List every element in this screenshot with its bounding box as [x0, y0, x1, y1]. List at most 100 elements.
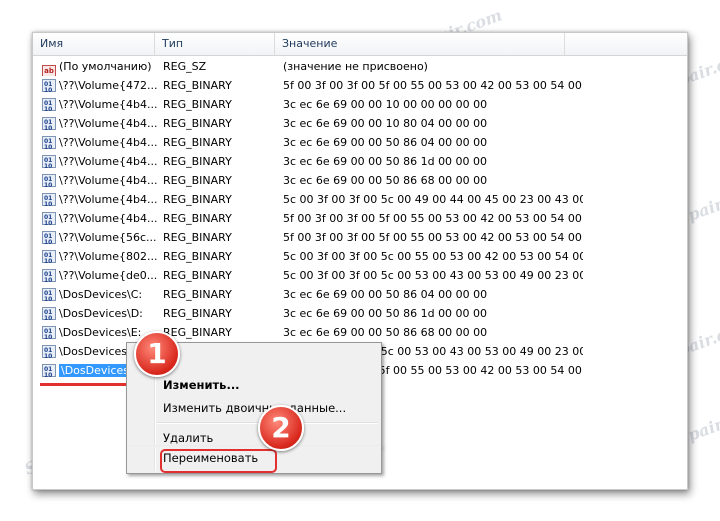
value-type: REG_BINARY [163, 136, 232, 149]
binary-value-icon [42, 171, 56, 190]
value-data: 3c ec 6e 69 00 00 50 86 04 00 00 00 [283, 136, 488, 149]
list-item[interactable]: \??\Volume{4b4... REG_BINARY 3c ec 6e 69 0… [33, 152, 687, 171]
binary-value-icon [42, 266, 56, 285]
binary-value-icon [42, 152, 56, 171]
list-item[interactable]: \??\Volume{472... REG_BINARY 5f 00 3f 00 3… [33, 76, 687, 95]
value-data: 3c ec 6e 69 00 00 10 80 04 00 00 00 [283, 117, 488, 130]
value-name-text: \DosDevices\D: [59, 307, 143, 320]
value-name: \??\Volume{4b4... [42, 209, 158, 228]
value-name: \??\Volume{4b4... [42, 190, 158, 209]
value-type: REG_BINARY [163, 307, 232, 320]
list-item[interactable]: \??\Volume{4b4... REG_BINARY 3c ec 6e 69 0… [33, 95, 687, 114]
binary-value-icon [42, 342, 56, 361]
column-header-type[interactable]: Тип [155, 33, 275, 55]
value-data: 3c ec 6e 69 00 00 50 86 1d 00 00 00 [283, 307, 488, 320]
list-item[interactable]: \DosDevices\C: REG_BINARY 3c ec 6e 69 00 0… [33, 285, 687, 304]
binary-value-icon [42, 304, 56, 323]
list-item[interactable]: \DosDevices\D: REG_BINARY 3c ec 6e 69 00 0… [33, 304, 687, 323]
value-name: \DosDevices\C: [42, 285, 158, 304]
value-data: 3c ec 6e 69 00 00 10 00 00 00 00 00 [283, 98, 488, 111]
menu-item-modify[interactable]: Изменить... [163, 378, 240, 392]
list-item[interactable]: ab (По умолчанию) REG_SZ (значение не присв… [33, 57, 687, 76]
binary-value-icon [42, 228, 56, 247]
value-name-text: \DosDevices\C: [59, 288, 143, 301]
binary-value-icon [42, 247, 56, 266]
binary-value-icon [42, 190, 56, 209]
value-name: \??\Volume{4b4... [42, 114, 158, 133]
list-item[interactable]: \??\Volume{4b4... REG_BINARY 3c ec 6e 69 0… [33, 133, 687, 152]
menu-item-delete[interactable]: Удалить [163, 431, 213, 445]
rename-highlight-box [160, 449, 277, 473]
value-data: 3c ec 6e 69 00 00 50 86 68 00 00 00 [283, 174, 488, 187]
value-data: 5f 00 3f 00 3f 00 5f 00 55 00 53 00 42 0… [283, 79, 583, 92]
value-name-text: \DosDevices\E: [59, 326, 142, 339]
binary-value-icon [42, 133, 56, 152]
value-data: 5c 00 3f 00 3f 00 5c 00 49 00 44 00 45 0… [283, 193, 583, 206]
value-type: REG_BINARY [163, 212, 232, 225]
value-type: REG_BINARY [163, 155, 232, 168]
value-data: (значение не присвоено) [283, 60, 428, 73]
list-item[interactable]: \??\Volume{802... REG_BINARY 5c 00 3f 00 3… [33, 247, 687, 266]
binary-value-icon [42, 209, 56, 228]
list-item[interactable]: \??\Volume{4b4... REG_BINARY 5f 00 3f 00 3… [33, 209, 687, 228]
value-data: 3c ec 6e 69 00 00 50 86 68 00 00 00 [283, 326, 488, 339]
value-name: \??\Volume{de0... [42, 266, 158, 285]
binary-value-icon [42, 361, 56, 380]
value-data: 5f 00 3f 00 3f 00 5f 00 55 00 53 00 42 0… [283, 231, 583, 244]
value-type: REG_SZ [163, 60, 207, 73]
value-name: \??\Volume{4b4... [42, 171, 158, 190]
value-name: \??\Volume{4b4... [42, 152, 158, 171]
list-item[interactable]: \??\Volume{de0... REG_BINARY 5c 00 3f 00 3… [33, 266, 687, 285]
value-type: REG_BINARY [163, 250, 232, 263]
list-header: Имя Тип Значение [33, 33, 687, 56]
value-name-text: \??\Volume{4b4... [59, 155, 158, 168]
list-item[interactable]: \??\Volume{4b4... REG_BINARY 3c ec 6e 69 0… [33, 114, 687, 133]
value-name: ab (По умолчанию) [42, 57, 158, 76]
binary-value-icon [42, 76, 56, 95]
value-type: REG_BINARY [163, 231, 232, 244]
binary-value-icon [42, 114, 56, 133]
value-type: REG_BINARY [163, 269, 232, 282]
value-type: REG_BINARY [163, 193, 232, 206]
value-type: REG_BINARY [163, 117, 232, 130]
value-name-text: \??\Volume{4b4... [59, 136, 158, 149]
value-name-text: \??\Volume{4b4... [59, 212, 158, 225]
value-data: 5f 00 3f 00 3f 00 5f 00 55 00 53 00 42 0… [283, 212, 583, 225]
column-header-name[interactable]: Имя [33, 33, 155, 55]
binary-value-icon [42, 323, 56, 342]
value-name-text: \??\Volume{802... [59, 250, 158, 263]
string-value-icon: ab [42, 65, 56, 76]
menu-item-modify-binary[interactable]: Изменить двоичные данные... [163, 401, 346, 415]
value-name-text: (По умолчанию) [59, 60, 152, 73]
value-data: 5c 00 3f 00 3f 00 5c 00 55 00 53 00 42 0… [283, 250, 583, 263]
value-name: \??\Volume{472... [42, 76, 158, 95]
list-item[interactable]: \??\Volume{4b4... REG_BINARY 5c 00 3f 00 3… [33, 190, 687, 209]
value-name-text: \??\Volume{56c... [59, 231, 157, 244]
value-type: REG_BINARY [163, 288, 232, 301]
list-item[interactable]: \??\Volume{56c... REG_BINARY 5f 00 3f 00 3… [33, 228, 687, 247]
value-type: REG_BINARY [163, 79, 232, 92]
value-name-text: \??\Volume{4b4... [59, 117, 158, 130]
value-name: \??\Volume{56c... [42, 228, 158, 247]
binary-value-icon [42, 285, 56, 304]
value-name-text: \??\Volume{de0... [59, 269, 158, 282]
value-type: REG_BINARY [163, 174, 232, 187]
binary-value-icon [42, 95, 56, 114]
value-type: REG_BINARY [163, 98, 232, 111]
value-name: \??\Volume{802... [42, 247, 158, 266]
list-item[interactable]: \??\Volume{4b4... REG_BINARY 3c ec 6e 69 0… [33, 171, 687, 190]
column-header-value[interactable]: Значение [275, 33, 565, 55]
step-badge-1: 1 [134, 331, 180, 377]
value-type: REG_BINARY [163, 326, 232, 339]
list-item[interactable]: \DosDevices\E: REG_BINARY 3c ec 6e 69 00 0… [33, 323, 687, 342]
value-name: \??\Volume{4b4... [42, 133, 158, 152]
value-data: 3c ec 6e 69 00 00 50 86 04 00 00 00 [283, 288, 488, 301]
value-name-text: \??\Volume{4b4... [59, 174, 158, 187]
value-name: \DosDevices\D: [42, 304, 158, 323]
value-data: 5c 00 3f 00 3f 00 5c 00 53 00 43 00 53 0… [283, 269, 583, 282]
value-name-text: \??\Volume{472... [59, 79, 158, 92]
step-badge-2: 2 [258, 405, 304, 451]
value-data: 3c ec 6e 69 00 00 50 86 1d 00 00 00 [283, 155, 488, 168]
value-name: \??\Volume{4b4... [42, 95, 158, 114]
value-name-text: \??\Volume{4b4... [59, 98, 158, 111]
